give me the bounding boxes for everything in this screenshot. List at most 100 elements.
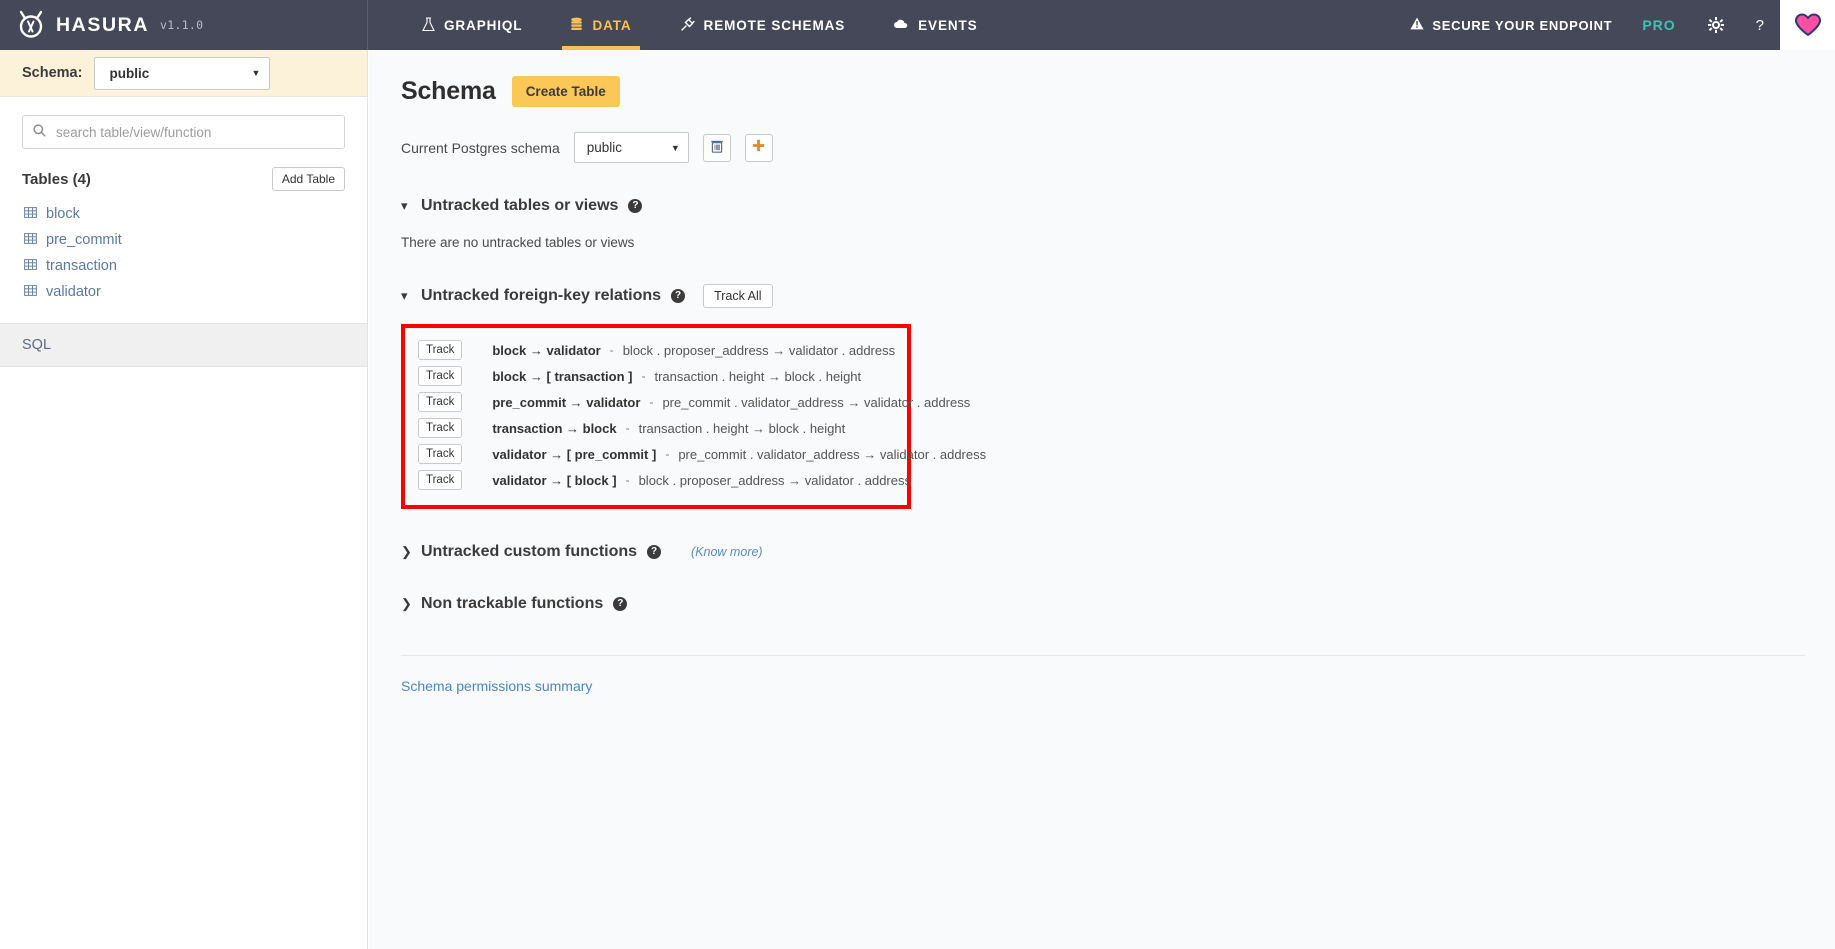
postgres-schema-select[interactable]: public ▼ [573, 132, 689, 163]
postgres-schema-label: Current Postgres schema [401, 139, 560, 156]
fk-relation-row: Track validator → [ pre_commit ] - pre_c… [418, 441, 986, 467]
plus-icon [752, 139, 765, 156]
add-table-button[interactable]: Add Table [271, 167, 345, 191]
fk-separator: - [609, 343, 614, 357]
chevron-down-icon[interactable]: ▾ [401, 198, 411, 214]
flask-icon [422, 16, 435, 34]
schema-label: Schema: [22, 65, 83, 81]
tab-data[interactable]: DATA [546, 0, 655, 50]
table-icon [24, 284, 37, 300]
top-right-actions: SECURE YOUR ENDPOINT PRO ? [1396, 0, 1835, 50]
table-list: block pre_commit transaction validator [0, 191, 367, 305]
tab-graphiql[interactable]: GRAPHIQL [398, 0, 546, 50]
create-table-button[interactable]: Create Table [511, 76, 620, 107]
page-header: Schema Create Table [401, 76, 1805, 107]
sidebar-item-sql[interactable]: SQL [0, 324, 367, 367]
fk-relation-row: Track validator → [ block ] - block . pr… [418, 467, 911, 493]
fk-separator: - [641, 369, 646, 383]
warning-icon [1410, 17, 1425, 33]
sidebar-table-block[interactable]: block [0, 201, 367, 227]
question-mark-icon[interactable]: ? [1740, 0, 1780, 50]
untracked-fk-title: Untracked foreign-key relations [421, 287, 662, 304]
help-icon[interactable]: ? [628, 199, 643, 213]
sidebar-table-transaction[interactable]: transaction [0, 253, 367, 279]
search-input[interactable] [54, 123, 334, 141]
non-trackable-functions-section-header: ❯ Non trackable functions ? [401, 595, 1805, 613]
fk-relation-name: validator → [ block ] [492, 472, 617, 488]
fk-relation-row: Track block → validator - block . propos… [418, 337, 897, 363]
table-icon [24, 206, 37, 222]
chevron-right-icon[interactable]: ❯ [401, 596, 412, 612]
brand-area[interactable]: HASURA v1.1.0 [0, 0, 368, 50]
schema-select[interactable]: public ▼ [94, 56, 271, 90]
postgres-schema-row: Current Postgres schema public ▼ [401, 132, 1805, 163]
content-divider [401, 655, 1805, 656]
track-button[interactable]: Track [418, 366, 463, 386]
pro-link[interactable]: PRO [1626, 17, 1691, 33]
sidebar-table-validator[interactable]: validator [0, 279, 367, 305]
untracked-tables-section-header: ▾ Untracked tables or views ? [401, 197, 1805, 215]
schema-permissions-summary-link[interactable]: Schema permissions summary [401, 678, 592, 694]
tab-data-label: DATA [592, 17, 632, 33]
tab-events-label: EVENTS [918, 17, 978, 33]
track-button[interactable]: Track [418, 418, 463, 438]
fk-relation-detail: pre_commit . validator_address → validat… [662, 394, 971, 410]
hasura-logo-icon [16, 10, 46, 40]
sidebar-table-label: pre_commit [46, 232, 122, 248]
search-box[interactable] [22, 115, 345, 149]
track-button[interactable]: Track [418, 470, 463, 490]
chevron-down-icon[interactable]: ▾ [401, 288, 411, 304]
fk-relation-row: Track transaction → block - transaction … [418, 415, 897, 441]
postgres-schema-value: public [586, 140, 623, 155]
untracked-fk-section-header: ▾ Untracked foreign-key relations ? Trac… [401, 284, 1805, 308]
sidebar-table-pre_commit[interactable]: pre_commit [0, 227, 367, 253]
fk-relation-name: pre_commit → validator [492, 394, 641, 410]
chevron-down-icon: ▼ [251, 68, 261, 78]
help-icon[interactable]: ? [671, 289, 686, 303]
tab-events[interactable]: EVENTS [869, 0, 1001, 50]
fk-relation-detail: transaction . height → block . height [654, 368, 862, 384]
chevron-right-icon[interactable]: ❯ [401, 544, 412, 560]
track-all-button[interactable]: Track All [703, 284, 773, 308]
track-button[interactable]: Track [418, 340, 463, 360]
track-button[interactable]: Track [418, 392, 463, 412]
untracked-fk-list: Track block → validator - block . propos… [401, 324, 986, 509]
secure-endpoint-label: SECURE YOUR ENDPOINT [1432, 17, 1613, 33]
untracked-tables-empty-message: There are no untracked tables or views [401, 235, 635, 250]
non-trackable-functions-title: Non trackable functions [421, 595, 604, 612]
fk-relation-name: validator → [ pre_commit ] [492, 446, 657, 462]
fk-relation-name: block → validator [492, 342, 601, 358]
heart-icon[interactable] [1780, 0, 1835, 50]
fk-relation-name: block → [ transaction ] [492, 368, 633, 384]
gear-icon[interactable] [1692, 0, 1740, 50]
table-icon [24, 258, 37, 274]
fk-relation-row: Track block → [ transaction ] - transact… [418, 363, 897, 389]
fk-separator: - [665, 447, 670, 461]
know-more-link[interactable]: (Know more) [691, 545, 763, 559]
search-area [0, 97, 367, 149]
tab-remote-schemas[interactable]: REMOTE SCHEMAS [656, 0, 870, 50]
tab-remote-schemas-label: REMOTE SCHEMAS [703, 17, 846, 33]
schema-select-value: public [109, 65, 150, 81]
main-content: Schema Create Table Current Postgres sch… [369, 50, 1835, 949]
brand-version: v1.1.0 [160, 18, 204, 32]
plug-icon [680, 16, 695, 34]
secure-endpoint-link[interactable]: SECURE YOUR ENDPOINT [1396, 17, 1626, 33]
page-title: Schema [401, 77, 496, 105]
sidebar: Schema: public ▼ Tables (4) Add Table bl… [0, 50, 368, 949]
untracked-tables-title: Untracked tables or views [421, 197, 619, 214]
help-icon[interactable]: ? [613, 597, 628, 611]
delete-schema-button[interactable] [702, 133, 731, 162]
add-schema-button[interactable] [744, 133, 773, 162]
fk-relation-name: transaction → block [492, 420, 617, 436]
fk-relation-detail: pre_commit . validator_address → validat… [678, 446, 987, 462]
fk-relation-row: Track pre_commit → validator - pre_commi… [418, 389, 970, 415]
track-button[interactable]: Track [418, 444, 463, 464]
untracked-functions-section-header: ❯ Untracked custom functions ? (Know mor… [401, 543, 1805, 561]
help-icon[interactable]: ? [647, 545, 662, 559]
sidebar-table-label: transaction [46, 258, 117, 274]
top-navigation-bar: HASURA v1.1.0 GRAPHIQL DATA REMOTE SCHEM… [0, 0, 1835, 50]
table-icon [24, 232, 37, 248]
nav-tabs: GRAPHIQL DATA REMOTE SCHEMAS EVENTS [398, 0, 1002, 50]
untracked-functions-title: Untracked custom functions [421, 543, 638, 560]
